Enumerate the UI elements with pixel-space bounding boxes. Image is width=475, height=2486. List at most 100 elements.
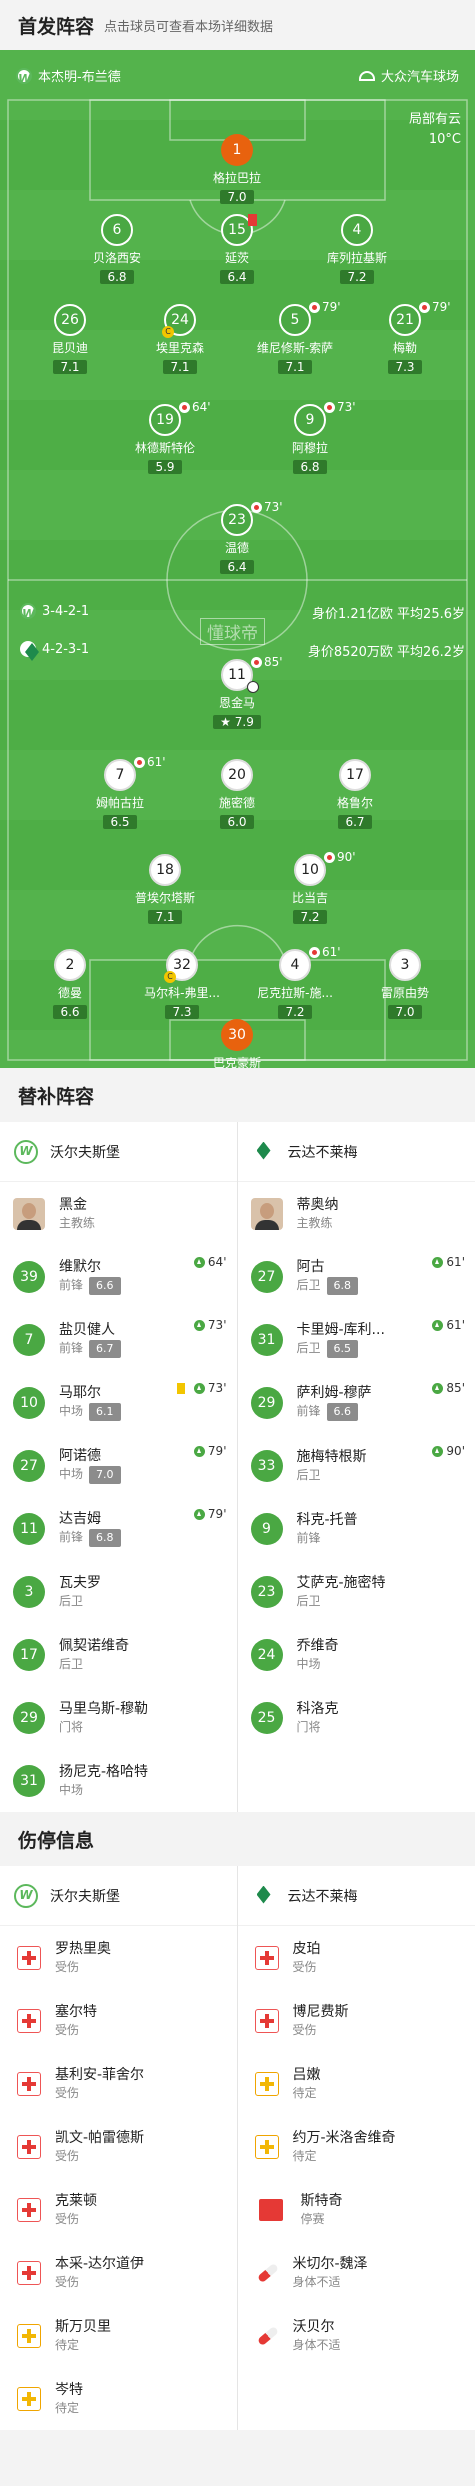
pitch-player[interactable]: 4 库列拉基斯 7.2 [287, 214, 427, 285]
home-team[interactable]: 本杰明-布兰德 [16, 66, 121, 86]
weather-label: 局部有云 [408, 112, 461, 127]
sub-player-row[interactable]: 24 乔维奇 中场 [238, 1623, 475, 1686]
player-name: 扬尼克-格哈特 [59, 1763, 149, 1780]
sub-player-row[interactable]: 25 科洛克 门将 [238, 1686, 475, 1749]
injury-status: 身体不适 [292, 2274, 341, 2289]
sub-player-row[interactable]: 17 佩契诺维奇 后卫 [0, 1623, 237, 1686]
pitch-player[interactable]: 17 格鲁尔 6.7 [285, 759, 425, 830]
sub-out-icon [309, 946, 320, 958]
sub-off-time: 61' [134, 755, 166, 769]
sub-player-row[interactable]: 31 扬尼克-格哈特 中场 [0, 1749, 237, 1812]
injury-row[interactable]: 吕嫩 待定 [238, 2052, 475, 2115]
home-team-row[interactable]: 沃尔夫斯堡 [0, 1122, 237, 1182]
player-position: 前锋 [296, 1530, 321, 1545]
player-rating: 6.4 [220, 560, 254, 574]
player-rating: 6.8 [293, 460, 327, 474]
player-name: 沃贝尔 [292, 2318, 335, 2335]
away-team-row[interactable]: 云达不莱梅 [237, 1122, 475, 1182]
sub-player-row[interactable]: 9 科克-托普 前锋 [238, 1497, 475, 1560]
pitch-player[interactable]: 11 85' 恩金马 ★ 7.9 [167, 655, 307, 730]
pitch-player[interactable]: 19 64' 林德斯特伦 5.9 [95, 400, 235, 475]
injury-icon [254, 2008, 279, 2033]
illness-pill-icon [255, 2261, 279, 2285]
player-name: 普埃尔塔斯 [134, 891, 195, 905]
pitch-player[interactable]: 23 73' 温德 6.4 [167, 500, 307, 575]
player-position: 中场 [59, 1782, 84, 1797]
pitch-player[interactable]: 15 延茨 6.4 [167, 214, 307, 285]
injury-row[interactable]: 塞尔特 受伤 [0, 1989, 237, 2052]
player-number: 29 [250, 1386, 283, 1419]
sub-player-row[interactable]: 29 马里乌斯-穆勒 门将 [0, 1686, 237, 1749]
player-number: 33 [250, 1449, 283, 1482]
pitch-player[interactable]: 30巴克豪斯7.7 [167, 1019, 307, 1068]
sub-player-row[interactable]: 33 施梅特根斯 后卫 90' [238, 1434, 475, 1497]
sub-player-row[interactable]: 27 阿古 后卫 6.8 61' [238, 1245, 475, 1308]
player-position: 后卫 6.8 [297, 1276, 359, 1295]
pitch-player[interactable]: 21 79' 梅勒 7.3 [335, 300, 475, 375]
player-position: 中场 7.0 [59, 1465, 121, 1484]
sub-player-row[interactable]: 3 瓦夫罗 后卫 [0, 1560, 237, 1623]
pitch-player[interactable]: 9 73' 阿穆拉 6.8 [240, 400, 380, 475]
pitch-player[interactable]: 10 90' 比当吉 7.2 [240, 850, 380, 925]
sub-out-icon [309, 301, 320, 313]
sub-player-row[interactable]: 7 盐贝健人 前锋 6.7 73' [0, 1308, 237, 1371]
pitch-player[interactable]: 1 格拉巴拉 7.0 [167, 134, 307, 205]
injury-row[interactable]: 凯文-帕雷德斯 受伤 [0, 2115, 237, 2178]
sub-player-row[interactable]: 11 达吉姆 前锋 6.8 79' [0, 1497, 237, 1560]
subs-panel: 沃尔夫斯堡 黑金主教练 39维默尔前锋6.664'7盐贝健人前锋6.773'10… [0, 1122, 475, 1812]
pitch-player[interactable]: 6 贝洛西安 6.8 [47, 214, 187, 285]
injury-row[interactable]: 罗热里奥 受伤 [0, 1926, 237, 1989]
pitch-player[interactable]: 18 普埃尔塔斯 7.1 [95, 854, 235, 925]
player-number: 39 [13, 1260, 45, 1293]
injury-row[interactable]: 克莱顿 受伤 [0, 2178, 237, 2241]
injury-row[interactable]: 博尼费斯 受伤 [238, 1989, 475, 2052]
player-rating: 6.4 [220, 270, 254, 284]
home-coach[interactable]: 黑金 主教练 [0, 1182, 237, 1245]
player-name: 本采-达尔道伊 [55, 2255, 145, 2272]
player-number: 17 [339, 759, 371, 791]
player-number: 3 [13, 1575, 45, 1608]
sub-in-icon [193, 1508, 205, 1520]
injury-row[interactable]: 斯特奇 停赛 [238, 2178, 475, 2241]
sub-player-row[interactable]: 27 阿诺德 中场 7.0 79' [0, 1434, 237, 1497]
sub-player-row[interactable]: 10 马耶尔 中场 6.1 73' [0, 1371, 237, 1434]
watermark: 懂球帝 [200, 618, 265, 645]
injury-row[interactable]: 约万-米洛舍维奇 待定 [238, 2115, 475, 2178]
sub-in-time: 85' [432, 1381, 465, 1395]
injury-row[interactable]: 斯万贝里 待定 [0, 2304, 237, 2367]
home-injuries: 沃尔夫斯堡 罗热里奥受伤塞尔特受伤基利安-菲舍尔受伤凯文-帕雷德斯受伤克莱顿受伤… [0, 1866, 238, 2430]
player-number: 23 [250, 1575, 283, 1608]
injury-status: 身体不适 [292, 2337, 341, 2352]
wolfsburg-logo-icon [20, 603, 36, 621]
injury-row[interactable]: 米切尔-魏泽 身体不适 [238, 2241, 475, 2304]
player-name: 科洛克 [296, 1700, 339, 1717]
player-rating: 6.0 [220, 815, 254, 829]
injury-icon [17, 2134, 41, 2159]
injury-row[interactable]: 基利安-菲舍尔 受伤 [0, 2052, 237, 2115]
pitch-player[interactable]: 3 雷原由势 7.0 [335, 949, 475, 1020]
away-coach[interactable]: 蒂奥纳 主教练 [238, 1182, 475, 1245]
away-team-row[interactable]: 云达不莱梅 [237, 1866, 475, 1926]
home-team-row[interactable]: 沃尔夫斯堡 [0, 1866, 237, 1926]
injury-row[interactable]: 皮珀 受伤 [238, 1926, 475, 1989]
venue: 大众汽车球场 [358, 66, 459, 85]
player-name: 斯特奇 [300, 2192, 343, 2209]
yellow-card-icon [176, 1382, 185, 1394]
player-rating: 7.1 [148, 910, 182, 924]
doubtful-icon [254, 2134, 279, 2159]
sub-player-row[interactable]: 23 艾萨克-施密特 后卫 [238, 1560, 475, 1623]
sub-in-icon [193, 1256, 205, 1268]
player-number: 20 [221, 759, 253, 791]
player-number: 10 [13, 1386, 45, 1419]
sub-in-icon [193, 1382, 205, 1394]
injury-row[interactable]: 沃贝尔 身体不适 [238, 2304, 475, 2367]
player-rating: 7.1 [278, 360, 312, 374]
sub-in-time: 73' [193, 1318, 227, 1332]
player-rating: 6.6 [53, 1005, 87, 1019]
sub-player-row[interactable]: 39 维默尔 前锋 6.6 64' [0, 1245, 237, 1308]
sub-player-row[interactable]: 31 卡里姆-库利... 后卫 6.5 61' [238, 1308, 475, 1371]
injury-row[interactable]: 岑特 待定 [0, 2367, 237, 2430]
sub-player-row[interactable]: 29 萨利姆-穆萨 前锋 6.6 85' [238, 1371, 475, 1434]
injury-row[interactable]: 本采-达尔道伊 受伤 [0, 2241, 237, 2304]
lineup-header: 首发阵容 点击球员可查看本场详细数据 [0, 0, 475, 50]
